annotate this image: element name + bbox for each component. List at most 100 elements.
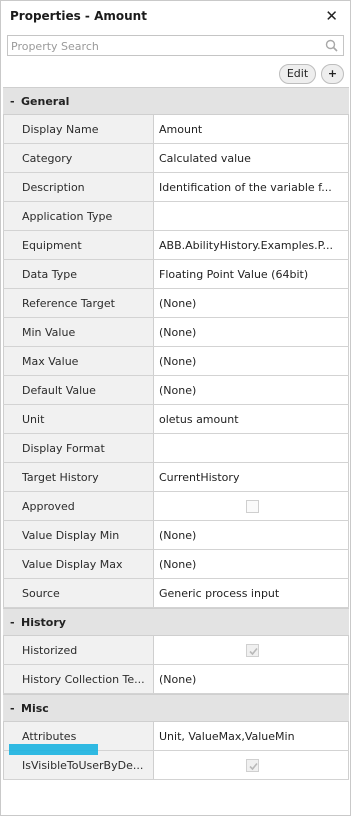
property-key-cell: Category [3,144,154,172]
checkbox-checked-icon[interactable] [246,759,259,772]
property-value-cell[interactable] [155,492,349,520]
property-value-cell[interactable]: (None) [155,289,349,317]
property-value-cell[interactable]: (None) [155,665,349,693]
property-value-cell[interactable]: (None) [155,347,349,375]
property-key-label: Equipment [22,239,82,252]
property-value-cell[interactable]: ABB.AbilityHistory.Examples.P... [155,231,349,259]
property-value-text: Floating Point Value (64bit) [159,268,309,281]
property-key-label: Unit [22,413,45,426]
section-label: General [21,95,70,108]
property-value-cell[interactable]: CurrentHistory [155,463,349,491]
property-value-cell[interactable]: (None) [155,318,349,346]
section-label: Misc [21,702,49,715]
property-key-label: Default Value [22,384,96,397]
property-value-text: Generic process input [159,587,280,600]
property-key-cell: Reference Target [3,289,154,317]
property-value-cell[interactable]: (None) [155,550,349,578]
close-icon[interactable]: ✕ [325,7,338,25]
property-key-label: Description [22,181,85,194]
property-row: Display Name Amount [3,115,349,144]
property-search-box[interactable] [7,35,344,56]
property-row: Application Type [3,202,349,231]
property-key-label: Display Name [22,123,99,136]
property-row: Value Display Max (None) [3,550,349,579]
property-key-label: IsVisibleToUserByDe... [22,759,144,772]
property-row: Approved [3,492,349,521]
panel-titlebar: Properties - Amount ✕ [1,1,350,33]
property-value-cell[interactable]: Generic process input [155,579,349,607]
property-key-label: Target History [22,471,99,484]
property-key-cell: Display Format [3,434,154,462]
search-icon[interactable] [325,39,338,52]
property-key-cell: Target History [3,463,154,491]
property-value-text: (None) [159,326,197,339]
property-key-cell: Value Display Min [3,521,154,549]
property-value-text: Amount [159,123,203,136]
property-value-cell[interactable]: (None) [155,376,349,404]
property-value-cell[interactable] [155,434,349,462]
property-value-cell[interactable]: Identification of the variable f... [155,173,349,201]
section-header-history[interactable]: - History [3,608,349,636]
section-header-misc[interactable]: - Misc [3,694,349,722]
property-key-cell: Default Value [3,376,154,404]
property-search-input[interactable] [11,38,311,54]
property-key-cell: Max Value [3,347,154,375]
property-key-label: Reference Target [22,297,115,310]
property-value-text: (None) [159,355,197,368]
property-key-label: Min Value [22,326,76,339]
property-key-label: Data Type [22,268,78,281]
property-key-label: Max Value [22,355,79,368]
property-key-cell: Data Type [3,260,154,288]
property-row: Max Value (None) [3,347,349,376]
property-value-cell[interactable]: Unit, ValueMax,ValueMin [155,722,349,750]
property-value-text: ABB.AbilityHistory.Examples.P... [159,239,334,252]
property-value-text: (None) [159,384,197,397]
property-value-text: CurrentHistory [159,471,240,484]
property-key-label: Historized [22,644,78,657]
property-key-cell: Approved [3,492,154,520]
property-key-label: History Collection Te... [22,673,145,686]
property-row: Category Calculated value [3,144,349,173]
property-key-cell: Unit [3,405,154,433]
property-value-cell[interactable] [155,751,349,779]
property-value-cell[interactable]: Amount [155,115,349,143]
property-key-cell: IsVisibleToUserByDe... [3,751,154,779]
property-grid: - General Display Name Amount Category Calcul… [3,87,349,780]
collapse-toggle-icon[interactable]: - [10,702,15,715]
collapse-toggle-icon[interactable]: - [10,95,15,108]
section-header-general[interactable]: - General [3,87,349,115]
edit-button[interactable]: Edit [279,64,316,84]
add-button[interactable]: + [321,64,344,84]
property-row: Target History CurrentHistory [3,463,349,492]
property-value-cell[interactable] [155,636,349,664]
property-value-cell[interactable]: Floating Point Value (64bit) [155,260,349,288]
property-key-label: Application Type [22,210,113,223]
checkbox-icon[interactable] [246,500,259,513]
property-row: Equipment ABB.AbilityHistory.Examples.P..… [3,231,349,260]
property-key-cell: Application Type [3,202,154,230]
property-key-cell: Historized [3,636,154,664]
property-row: Historized [3,636,349,665]
property-key-label: Value Display Max [22,558,123,571]
property-row: Source Generic process input [3,579,349,608]
property-value-cell[interactable]: oletus amount [155,405,349,433]
panel-title: Properties - Amount [10,9,147,23]
properties-panel: Properties - Amount ✕ Edit + -GeneralDis… [0,0,351,816]
property-row: IsVisibleToUserByDe... [3,751,349,780]
property-value-cell[interactable]: (None) [155,521,349,549]
property-row: Description Identification of the variabl… [3,173,349,202]
checkbox-checked-icon[interactable] [246,644,259,657]
property-key-cell: Display Name [3,115,154,143]
property-key-label: Display Format [22,442,105,455]
property-value-cell[interactable] [155,202,349,230]
property-value-cell[interactable]: Calculated value [155,144,349,172]
property-row: Reference Target (None) [3,289,349,318]
collapse-toggle-icon[interactable]: - [10,616,15,629]
property-key-label: Value Display Min [22,529,120,542]
property-value-text: (None) [159,558,197,571]
annotation-highlight [9,744,98,755]
property-row: Value Display Min (None) [3,521,349,550]
property-key-cell: History Collection Te... [3,665,154,693]
property-row: Unit oletus amount [3,405,349,434]
property-value-text: (None) [159,529,197,542]
